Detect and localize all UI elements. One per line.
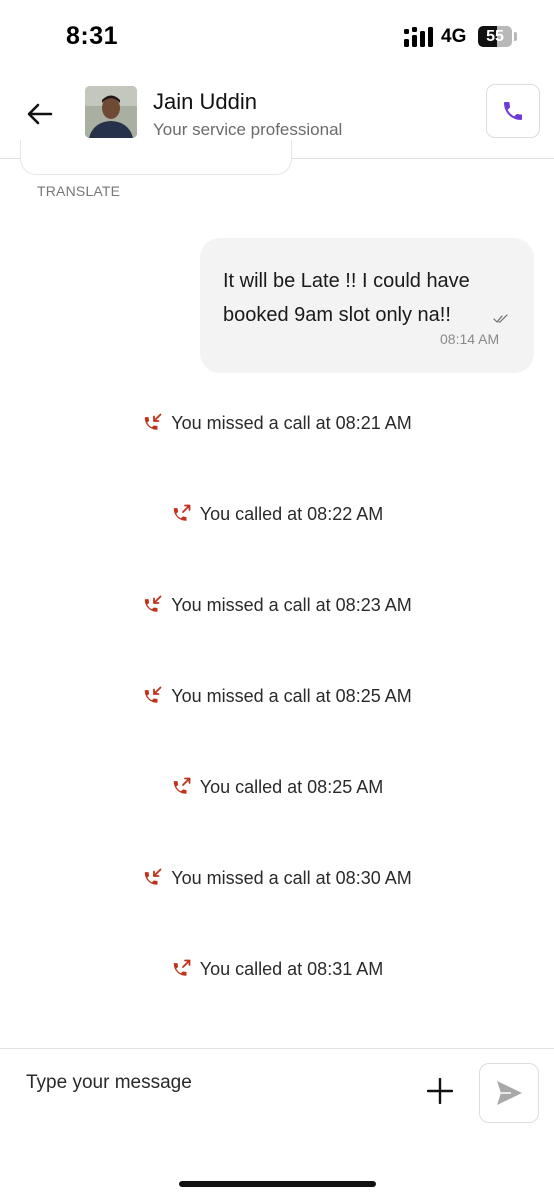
call-log-item: You missed a call at 08:30 AM bbox=[0, 867, 554, 893]
home-indicator[interactable] bbox=[179, 1181, 376, 1187]
status-bar: 8:31 4G 55 bbox=[0, 0, 554, 72]
call-log-item: You called at 08:25 AM bbox=[0, 776, 554, 802]
phone-icon bbox=[504, 102, 522, 120]
contact-subtitle: Your service professional bbox=[153, 120, 343, 139]
call-log-text: You missed a call at 08:23 AM bbox=[171, 594, 412, 615]
contact-name: Jain Uddin bbox=[153, 89, 257, 114]
chat-screen: 8:31 4G 55 Jain Uddin Your service profe… bbox=[0, 0, 554, 1200]
call-log-item: You missed a call at 08:23 AM bbox=[0, 594, 554, 620]
call-log-text: You missed a call at 08:25 AM bbox=[171, 685, 412, 706]
call-log-content: You called at 08:31 AM bbox=[171, 958, 383, 980]
call-log-text: You called at 08:22 AM bbox=[199, 503, 384, 524]
call-log-content: You missed a call at 08:25 AM bbox=[142, 685, 412, 707]
add-attachment-button[interactable] bbox=[424, 1075, 456, 1107]
back-button[interactable] bbox=[20, 94, 60, 134]
message-composer bbox=[0, 1048, 554, 1200]
call-log-item: You missed a call at 08:21 AM bbox=[0, 412, 554, 438]
send-button[interactable] bbox=[479, 1063, 539, 1123]
call-log-item: You called at 08:22 AM bbox=[0, 503, 554, 529]
double-check-icon bbox=[493, 314, 508, 323]
previous-message-bubble bbox=[20, 140, 292, 175]
call-log-item: You called at 08:31 AM bbox=[0, 958, 554, 984]
outgoing-call-icon bbox=[171, 776, 193, 798]
translate-link[interactable]: TRANSLATE bbox=[37, 183, 120, 199]
call-log-content: You called at 08:25 AM bbox=[171, 776, 383, 798]
message-text: It will be Late !! I could have booked 9… bbox=[223, 270, 470, 326]
call-log-content: You missed a call at 08:23 AM bbox=[142, 594, 412, 616]
battery-cap bbox=[514, 32, 517, 41]
call-log-text: You called at 08:31 AM bbox=[199, 958, 384, 979]
battery-level: 55 bbox=[486, 28, 504, 45]
signal-icon bbox=[404, 27, 433, 47]
call-log-item: You missed a call at 08:25 AM bbox=[0, 685, 554, 711]
missed-call-icon bbox=[142, 594, 164, 616]
missed-call-icon bbox=[142, 412, 164, 434]
plus-icon bbox=[427, 1078, 453, 1104]
missed-call-icon bbox=[142, 867, 164, 889]
avatar[interactable] bbox=[85, 86, 137, 138]
missed-call-icon bbox=[142, 685, 164, 707]
call-button[interactable] bbox=[486, 84, 540, 138]
arrow-left-icon bbox=[27, 103, 53, 125]
battery-icon: 55 bbox=[478, 26, 512, 47]
call-log-content: You missed a call at 08:21 AM bbox=[142, 412, 412, 434]
outgoing-message-bubble[interactable]: It will be Late !! I could have booked 9… bbox=[200, 238, 534, 373]
message-input[interactable] bbox=[18, 1065, 414, 1101]
avatar-image bbox=[85, 86, 137, 138]
call-log-text: You missed a call at 08:30 AM bbox=[171, 867, 412, 888]
message-time: 08:14 AM bbox=[440, 331, 500, 347]
outgoing-call-icon bbox=[171, 958, 193, 980]
send-icon bbox=[497, 1081, 522, 1105]
network-type: 4G bbox=[441, 26, 467, 47]
call-log-content: You missed a call at 08:30 AM bbox=[142, 867, 412, 889]
call-log-text: You missed a call at 08:21 AM bbox=[171, 412, 412, 433]
outgoing-call-icon bbox=[171, 503, 193, 525]
call-log-text: You called at 08:25 AM bbox=[199, 776, 384, 797]
status-time: 8:31 bbox=[66, 22, 119, 50]
call-log-content: You called at 08:22 AM bbox=[171, 503, 383, 525]
